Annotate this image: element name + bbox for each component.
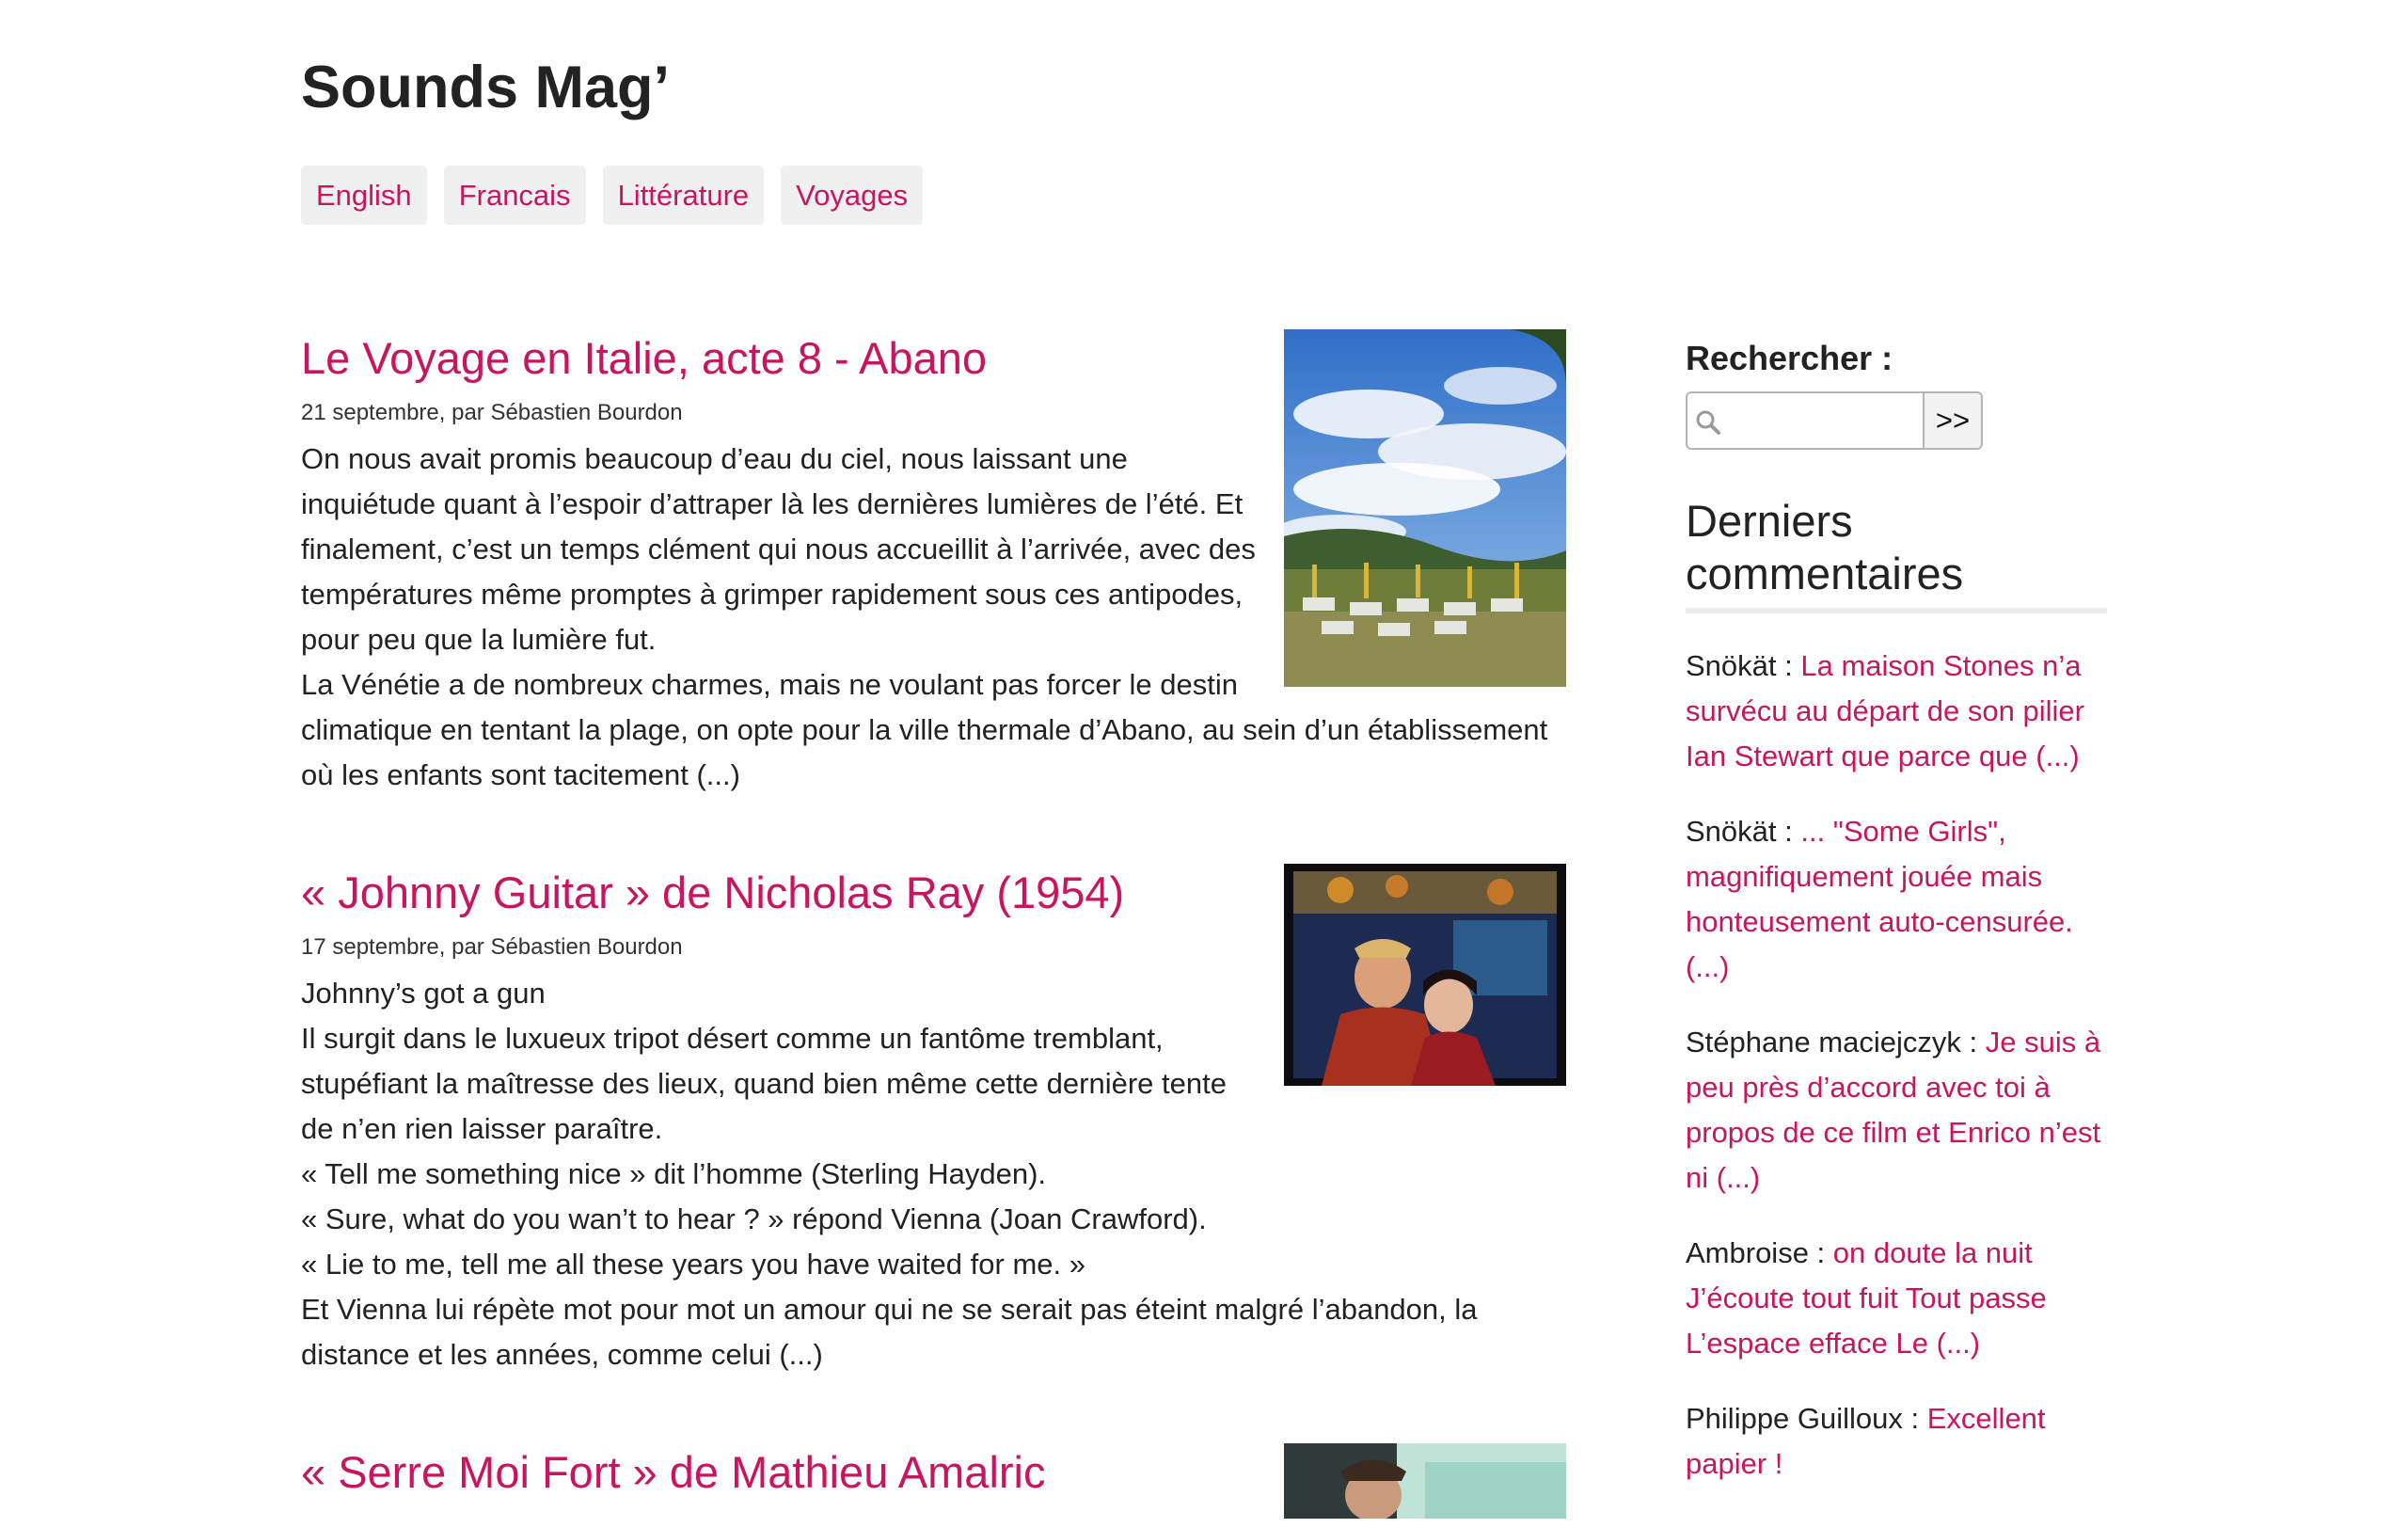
comment-item: Snökät : ... "Some Girls", magnifiquemen… [1686,809,2107,990]
article-list: Le Voyage en Italie, acte 8 - Abano 21 s… [301,329,1566,1528]
comment-item: Stéphane maciejczyk : Je suis à peu près… [1686,1020,2107,1201]
article-paragraph: Et Vienna lui répète mot pour mot un amo… [301,1293,1478,1372]
article-thumbnail[interactable] [1284,864,1566,1086]
search-submit-button[interactable]: >> [1923,391,1983,450]
sidebar: Rechercher : >> Derniers commentaires Sn… [1686,339,2107,1487]
article-item: « Johnny Guitar » de Nicholas Ray (1954)… [301,864,1566,1443]
comment-item: Snökät : La maison Stones n’a survécu au… [1686,644,2107,779]
article-paragraph: « Tell me something nice » dit l’homme (… [301,1157,1047,1191]
nav-item-english[interactable]: English [301,166,427,225]
nav-item-litterature[interactable]: Littérature [602,166,765,225]
search-field [1686,391,1923,450]
comment-item: Philippe Guilloux : Excellent papier ! [1686,1396,2107,1487]
article-paragraph: « Sure, what do you wan’t to hear ? » ré… [301,1202,1207,1236]
site-title[interactable]: Sounds Mag’ [301,53,670,124]
search-icon [1696,410,1720,435]
comment-author: Ambroise : [1686,1236,1833,1269]
recent-comments-title: Derniers commentaires [1686,495,2107,613]
article-thumbnail[interactable] [1284,1443,1566,1519]
article-thumbnail[interactable] [1284,329,1566,687]
comment-item: Ambroise : on doute la nuit J’écoute tou… [1686,1231,2107,1366]
comment-author: Snökät : [1686,815,1801,848]
nav-item-voyages[interactable]: Voyages [781,166,924,225]
nav-item-francais[interactable]: Francais [443,166,586,225]
comment-author: Stéphane maciejczyk : [1686,1026,1986,1058]
article-item: « Serre Moi Fort » de Mathieu Amalric [301,1443,1566,1519]
comment-author: Philippe Guilloux : [1686,1402,1927,1435]
search-label: Rechercher : [1686,339,1893,377]
search-form: >> [1686,391,2107,450]
article-paragraph: « Lie to me, tell me all these years you… [301,1248,1085,1281]
category-nav: English Francais Littérature Voyages [301,166,924,225]
article-item: Le Voyage en Italie, acte 8 - Abano 21 s… [301,329,1566,864]
comment-author: Snökät : [1686,649,1801,682]
